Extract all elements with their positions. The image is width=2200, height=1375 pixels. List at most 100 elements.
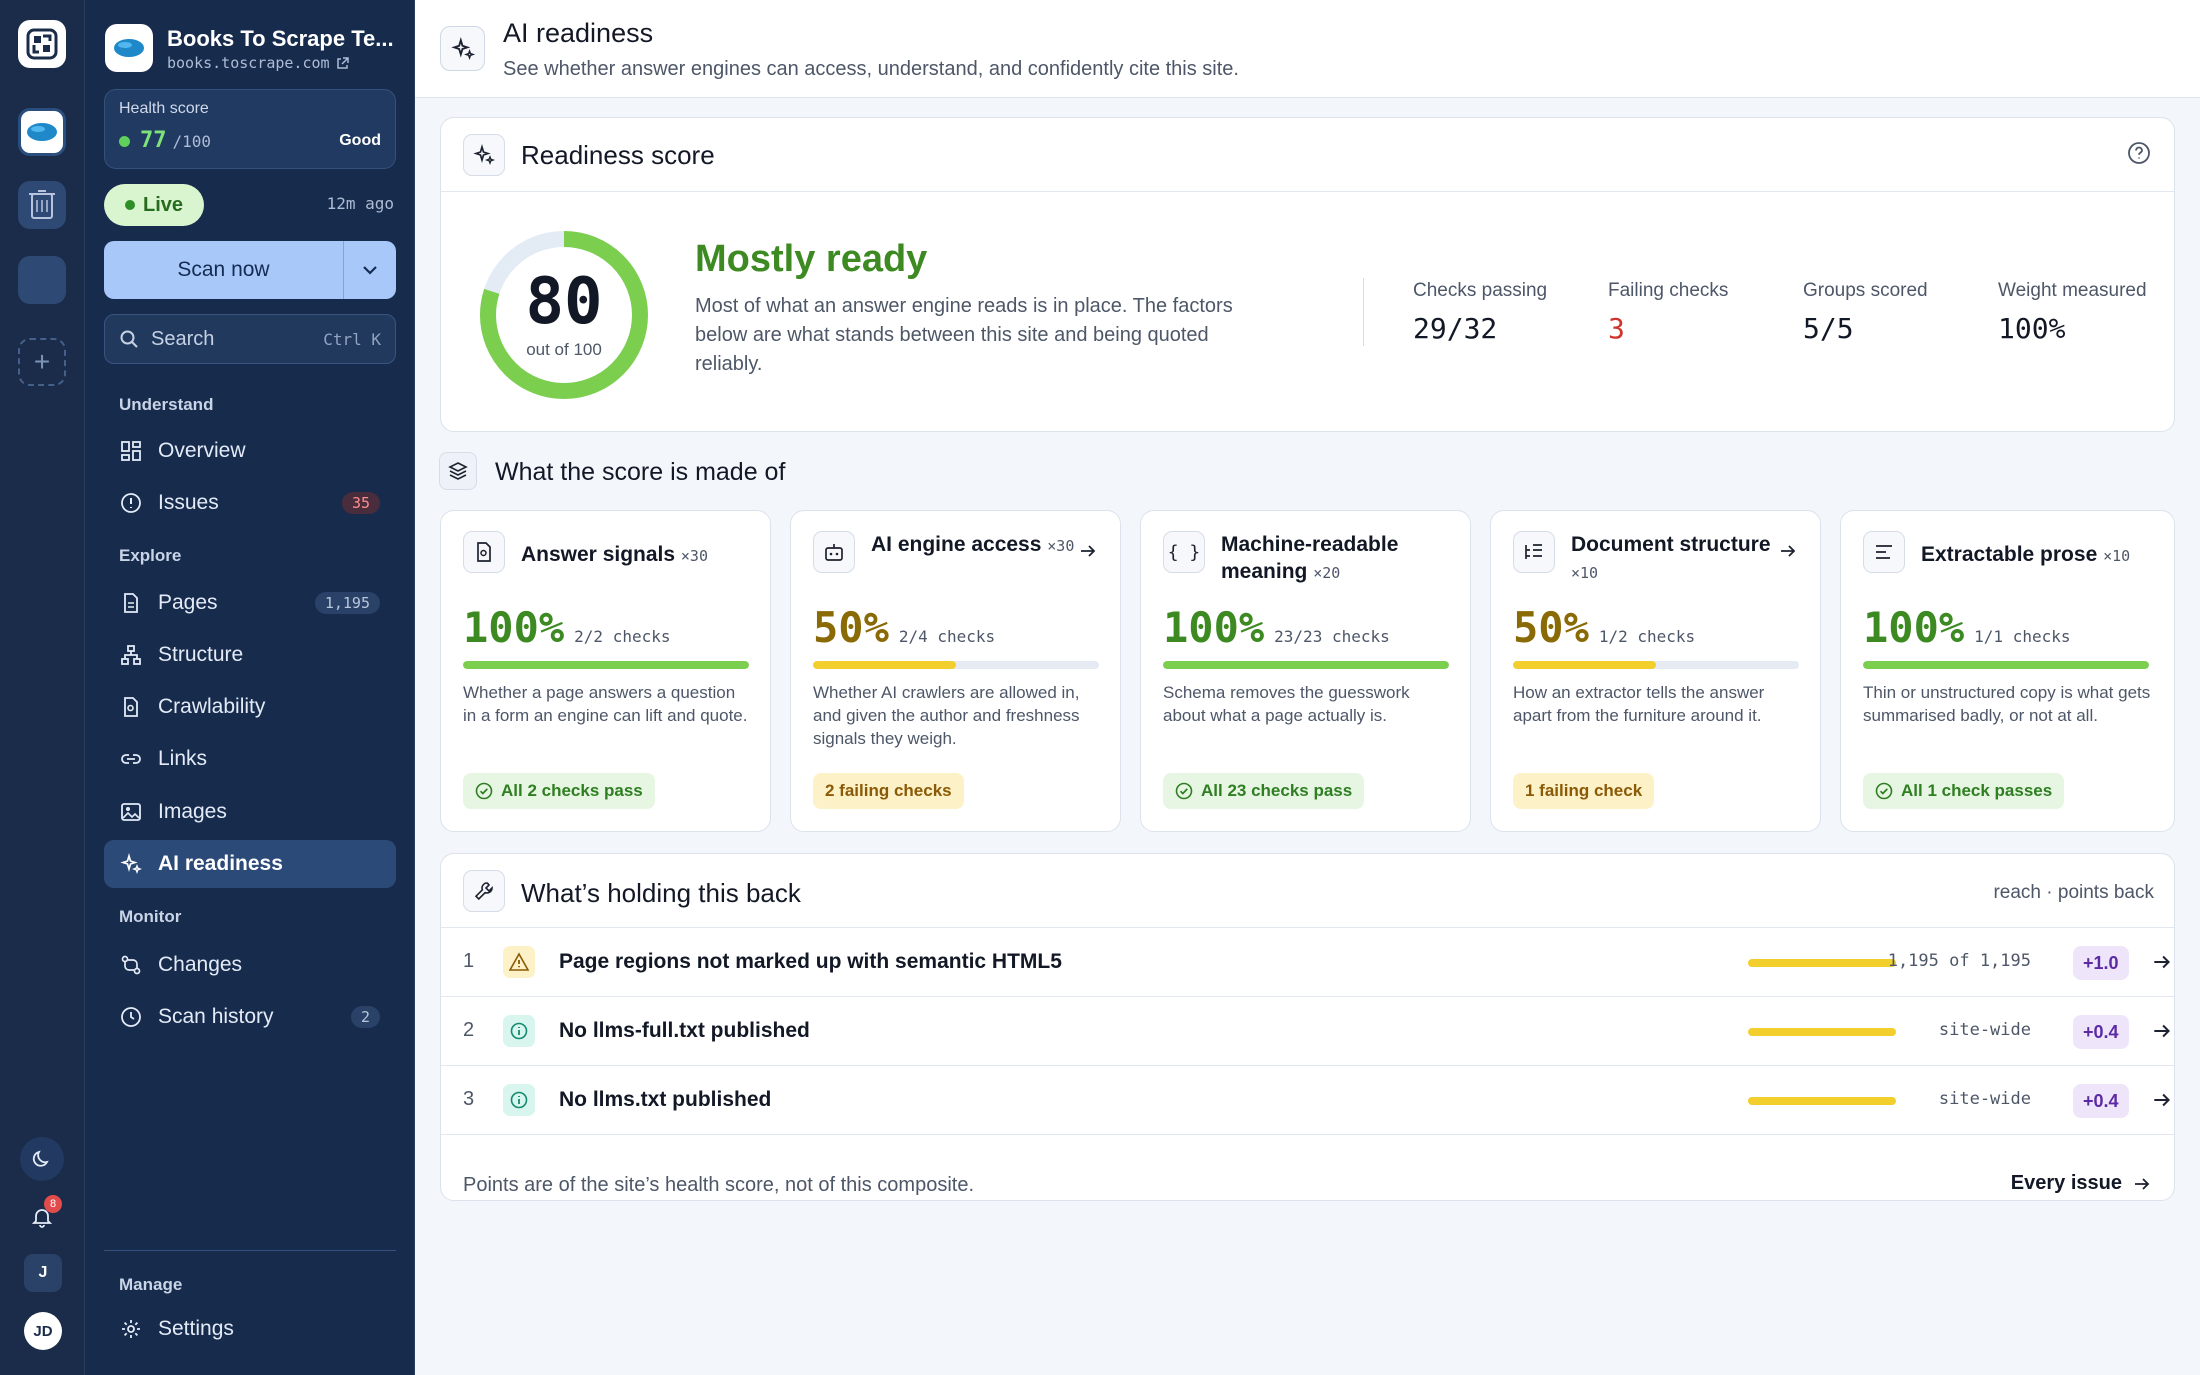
theme-toggle-moon-icon[interactable] <box>20 1137 64 1181</box>
project-avatar-books[interactable] <box>18 108 66 156</box>
arrow-right-icon[interactable] <box>1778 541 1798 561</box>
sidebar-item-label: Scan history <box>158 1005 274 1028</box>
site-switcher[interactable]: Books To Scrape Te... books.toscrape.com <box>105 24 405 74</box>
group-status: 2 failing checks <box>825 781 952 800</box>
sidebar-item-links[interactable]: Links <box>104 735 396 783</box>
scan-options-button[interactable] <box>344 241 396 299</box>
help-circle-icon[interactable] <box>2126 140 2152 166</box>
group-status: All 1 check passes <box>1901 781 2053 800</box>
health-score-label: Health score <box>119 100 209 117</box>
group-progress-bar <box>1513 661 1799 669</box>
main-content: AI readiness See whether answer engines … <box>415 0 2200 1375</box>
group-percent: 50% <box>813 603 889 652</box>
site-url: books.toscrape.com <box>167 54 330 72</box>
health-status-dot <box>119 136 130 147</box>
notifications-bell-icon[interactable]: 8 <box>20 1195 64 1239</box>
health-score-denominator: /100 <box>172 132 212 151</box>
group-progress-fill <box>1863 661 2149 669</box>
health-score-card[interactable]: Health score 77 /100 Good <box>104 89 396 169</box>
arrow-right-icon[interactable] <box>2151 1020 2173 1042</box>
composition-title: What the score is made of <box>495 458 786 486</box>
scan-button-group: Scan now <box>104 241 396 299</box>
arrow-right-icon[interactable] <box>2151 1089 2173 1111</box>
sidebar-item-label: Images <box>158 800 227 823</box>
group-card-document-structure[interactable]: Document structure ×10 50% 1/2 checks How… <box>1490 510 1821 832</box>
project-avatar-blank[interactable] <box>18 256 66 304</box>
stat-value: 29/32 <box>1413 312 1498 345</box>
notifications-badge: 8 <box>44 1195 62 1213</box>
readiness-score-card: Readiness score 80 out of 100 Mostly rea… <box>440 117 2175 432</box>
group-progress-fill <box>813 661 956 669</box>
sidebar-item-ai-readiness[interactable]: AI readiness <box>104 840 396 888</box>
site-name: Books To Scrape Te... <box>167 26 394 51</box>
group-checks: 1/1 checks <box>1974 627 2071 646</box>
group-card-answer-signals[interactable]: Answer signals ×30 100% 2/2 checks Whethe… <box>440 510 771 832</box>
scan-now-button[interactable]: Scan now <box>104 241 344 299</box>
git-compare-icon <box>121 955 141 975</box>
issue-row[interactable]: 1 Page regions not marked up with semant… <box>441 928 2174 997</box>
group-percent: 100% <box>1863 603 1965 652</box>
section-understand: Understand <box>119 395 214 414</box>
issue-row[interactable]: 2 No llms-full.txt published site-wide +… <box>441 997 2174 1066</box>
sidebar-item-pages[interactable]: Pages 1,195 <box>104 579 396 627</box>
info-circle-icon <box>503 1015 535 1047</box>
link-icon <box>121 754 141 764</box>
sidebar-item-overview[interactable]: Overview <box>104 427 396 475</box>
search-input[interactable]: Search Ctrl K <box>104 314 396 364</box>
divider <box>104 1250 396 1251</box>
arrow-right-icon[interactable] <box>2151 951 2173 973</box>
app-logo-icon[interactable] <box>18 20 66 68</box>
section-monitor: Monitor <box>119 907 182 926</box>
readiness-score-value: 80 <box>525 265 603 339</box>
group-card-ai-engine-access[interactable]: AI engine access ×30 50% 2/4 checks Wheth… <box>790 510 1121 832</box>
group-status-pill: 2 failing checks <box>813 773 964 809</box>
section-explore: Explore <box>119 546 182 565</box>
stat-failing-checks: Failing checks 3 <box>1608 280 1728 345</box>
sidebar-item-issues[interactable]: Issues 35 <box>104 479 396 527</box>
group-checks: 23/23 checks <box>1274 627 1390 646</box>
group-description: Thin or unstructured copy is what gets s… <box>1863 683 2151 725</box>
group-description: Schema removes the guesswork about what … <box>1163 683 1410 725</box>
search-icon <box>120 330 138 348</box>
group-weight: ×20 <box>1313 564 1341 582</box>
stat-label: Groups scored <box>1803 280 1928 301</box>
health-status: Good <box>339 132 381 149</box>
sidebar-item-scan-history[interactable]: Scan history 2 <box>104 993 396 1041</box>
page-subtitle: See whether answer engines can access, u… <box>503 58 1239 80</box>
divider <box>1363 278 1364 346</box>
user-avatar[interactable]: JD <box>24 1312 62 1350</box>
sidebar-item-label: Links <box>158 747 208 770</box>
live-dot <box>124 200 135 210</box>
sidebar-item-structure[interactable]: Structure <box>104 631 396 679</box>
arrow-right-icon[interactable] <box>1078 541 1098 561</box>
workspace-switcher[interactable]: J <box>24 1254 62 1292</box>
project-avatar-http[interactable] <box>18 181 66 229</box>
group-card-machine-readable[interactable]: { } Machine-readable meaning ×20 100% 23/… <box>1140 510 1471 832</box>
issue-reach-bar <box>1748 959 1896 967</box>
chevron-down-icon <box>363 266 377 275</box>
issue-reach: site-wide <box>1938 1020 2031 1040</box>
stat-label: Checks passing <box>1413 280 1548 301</box>
group-status-pill: All 23 checks pass <box>1163 773 1365 809</box>
issue-title: No llms.txt published <box>559 1088 772 1111</box>
robot-icon <box>813 531 855 573</box>
sidebar-item-settings[interactable]: Settings <box>104 1305 396 1353</box>
issue-row[interactable]: 3 No llms.txt published site-wide +0.4 <box>441 1066 2174 1135</box>
every-issue-link[interactable]: Every issue <box>2011 1172 2152 1195</box>
issue-title: No llms-full.txt published <box>559 1019 810 1042</box>
sidebar: Books To Scrape Te... books.toscrape.com… <box>85 0 415 1375</box>
sidebar-item-changes[interactable]: Changes <box>104 941 396 989</box>
group-card-extractable-prose[interactable]: Extractable prose ×10 100% 1/1 checks Thi… <box>1840 510 2175 832</box>
search-shortcut: Ctrl K <box>323 329 381 349</box>
group-progress-fill <box>463 661 749 669</box>
site-url-link[interactable]: books.toscrape.com <box>167 54 349 72</box>
wrench-icon <box>463 870 505 912</box>
alert-circle-icon <box>121 493 141 513</box>
sitemap-icon <box>121 645 141 665</box>
file-icon <box>124 593 138 613</box>
sidebar-item-crawlability[interactable]: Crawlability <box>104 683 396 731</box>
sidebar-item-images[interactable]: Images <box>104 788 396 836</box>
search-placeholder: Search <box>151 327 215 350</box>
add-project-button[interactable]: + <box>18 338 66 386</box>
group-title: Machine-readable meaning <box>1221 533 1399 583</box>
